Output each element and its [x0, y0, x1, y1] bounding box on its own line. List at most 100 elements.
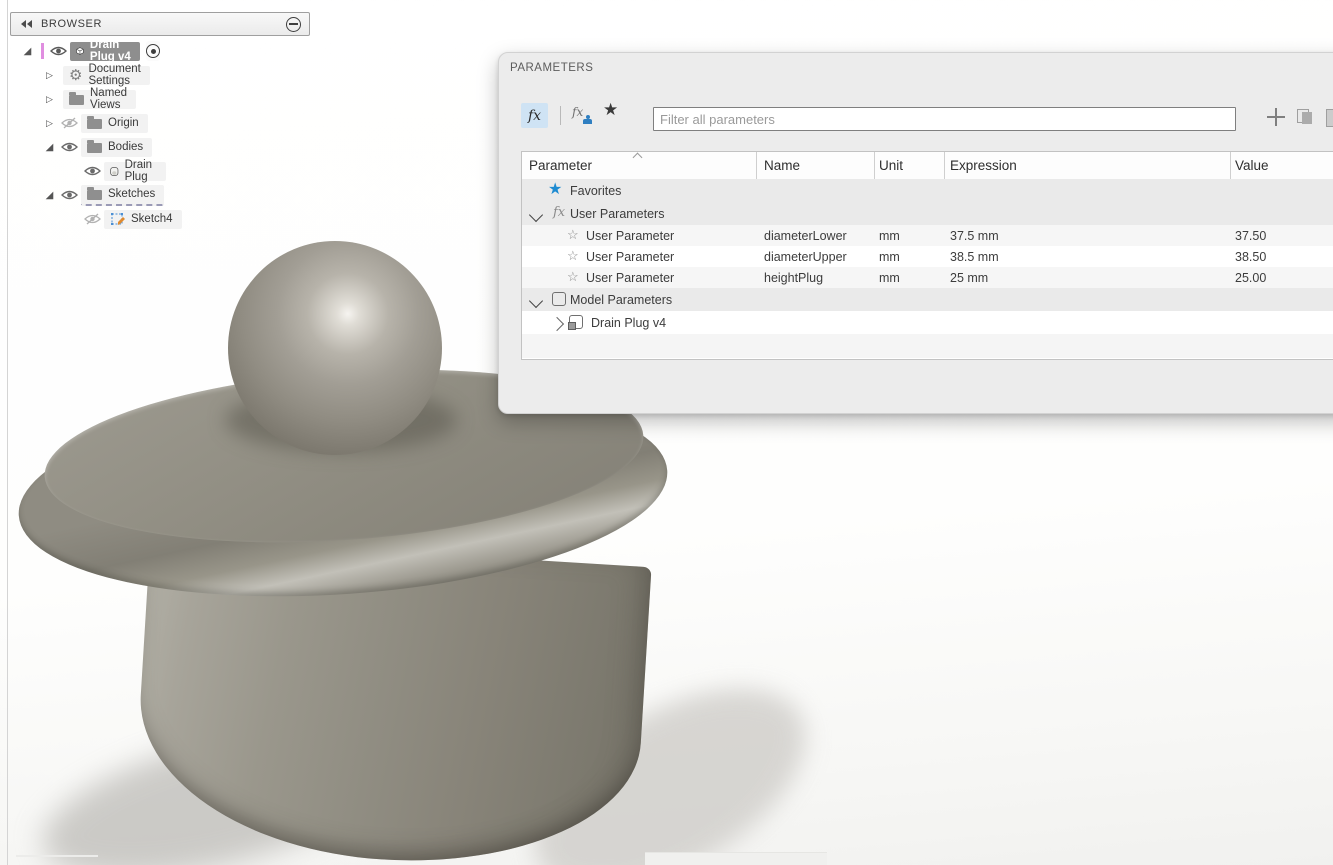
- cell-name[interactable]: diameterUpper: [764, 250, 847, 264]
- tree-item-label: Drain Plug: [124, 159, 153, 183]
- visibility-eye-icon[interactable]: [57, 141, 81, 153]
- tree-item-drain-plug-body[interactable]: Drain Plug: [104, 159, 167, 183]
- visibility-eye-off-icon[interactable]: [57, 117, 81, 130]
- drain-plug-knob-sphere[interactable]: [228, 241, 442, 455]
- toolbar-separator: [560, 106, 561, 125]
- tree-item-origin[interactable]: Origin: [81, 113, 148, 133]
- tree-item-label: Bodies: [108, 141, 144, 153]
- tree-row-drain-plug-body: Drain Plug: [80, 159, 167, 183]
- row-user-parameters-section[interactable]: fx User Parameters: [522, 202, 1333, 225]
- parameters-dialog: PARAMETERS fx fx ★ Parameter Name Unit E…: [498, 52, 1333, 414]
- tree-item-bodies[interactable]: Bodies: [81, 137, 153, 157]
- column-header-name[interactable]: Name: [764, 158, 800, 173]
- favorite-toggle-star-icon[interactable]: ☆: [567, 270, 579, 283]
- visibility-eye-icon[interactable]: [57, 189, 81, 201]
- folder-icon: [69, 92, 84, 105]
- column-header-unit[interactable]: Unit: [879, 158, 903, 173]
- row-diameterUpper[interactable]: ☆ User Parameter diameterUpper mm 38.5 m…: [522, 246, 1333, 267]
- copy-parameter-button[interactable]: [1297, 109, 1315, 126]
- sketch-icon: [111, 212, 125, 225]
- row-label: Model Parameters: [570, 292, 673, 307]
- tree-row-root: ◢ Drain Plug v4: [20, 39, 161, 63]
- collapse-all-icon[interactable]: [286, 16, 301, 32]
- filter-parameters-input[interactable]: [653, 107, 1236, 131]
- gear-icon: ⚙: [69, 66, 83, 84]
- folder-icon: [87, 116, 102, 129]
- dialog-title: PARAMETERS: [510, 62, 594, 74]
- cell-parameter-type: User Parameter: [586, 270, 675, 285]
- row-label: User Parameters: [570, 206, 665, 221]
- cell-expression[interactable]: 37.5 mm: [950, 229, 999, 243]
- model-parameters-icon: [552, 292, 566, 306]
- row-heightPlug[interactable]: ☆ User Parameter heightPlug mm 25 mm 25.…: [522, 267, 1333, 288]
- cell-value[interactable]: 38.50: [1235, 250, 1266, 264]
- row-favorites[interactable]: ★ Favorites: [522, 179, 1333, 202]
- parameters-table: Parameter Name Unit Expression Value ★ F…: [521, 151, 1333, 360]
- panel-edge-divider: [7, 0, 8, 865]
- row-label: Drain Plug v4: [591, 315, 667, 330]
- user-person-icon: [583, 115, 592, 124]
- tree-item-label: Named Views: [90, 87, 128, 111]
- favorites-filter-star-button[interactable]: ★: [603, 101, 618, 118]
- clipped-toolbar-icon[interactable]: [1326, 109, 1333, 127]
- cell-name[interactable]: heightPlug: [764, 271, 823, 285]
- cell-unit: mm: [879, 228, 900, 243]
- chevron-right-icon[interactable]: [549, 316, 565, 332]
- tree-item-document-settings[interactable]: ⚙ Document Settings: [63, 63, 150, 87]
- fx-icon: fx: [572, 105, 584, 119]
- tree-row-document-settings: ▷ ⚙ Document Settings: [42, 63, 150, 87]
- favorite-toggle-star-icon[interactable]: ☆: [567, 249, 579, 262]
- expand-triangle-icon[interactable]: ▷: [42, 70, 57, 81]
- column-header-value[interactable]: Value: [1235, 158, 1269, 173]
- cell-parameter-type: User Parameter: [586, 249, 675, 264]
- expand-triangle-icon[interactable]: ◢: [42, 142, 57, 153]
- row-label: Favorites: [570, 183, 622, 198]
- tree-item-drain-plug-v4[interactable]: Drain Plug v4: [70, 39, 141, 63]
- row-diameterLower[interactable]: ☆ User Parameter diameterLower mm 37.5 m…: [522, 225, 1333, 246]
- tree-row-named-views: ▷ Named Views: [42, 87, 137, 111]
- column-header-expression[interactable]: Expression: [950, 158, 1017, 173]
- activate-component-radio[interactable]: [146, 41, 161, 61]
- fx-icon: fx: [527, 107, 542, 124]
- collapse-panel-icon[interactable]: [21, 20, 32, 28]
- active-component-bar: [41, 43, 44, 59]
- cell-expression[interactable]: 38.5 mm: [950, 250, 999, 264]
- tree-item-label: Document Settings: [88, 63, 141, 87]
- tree-item-sketch4[interactable]: Sketch4: [104, 209, 182, 229]
- tree-item-label: Sketches: [108, 188, 156, 200]
- row-model-drain-plug-v4[interactable]: Drain Plug v4: [522, 311, 1333, 334]
- browser-header[interactable]: BROWSER: [10, 12, 310, 36]
- fx-user-parameters-filter-button[interactable]: fx: [572, 105, 596, 127]
- cell-value[interactable]: 37.50: [1235, 229, 1266, 243]
- folder-icon: [87, 140, 102, 153]
- fx-all-parameters-filter-button[interactable]: fx: [521, 103, 548, 128]
- column-header-parameter[interactable]: Parameter: [529, 158, 592, 173]
- tree-row-bodies: ◢ Bodies: [42, 135, 153, 159]
- expand-triangle-icon[interactable]: ▷: [42, 118, 57, 129]
- expand-triangle-icon[interactable]: ▷: [42, 94, 57, 105]
- visibility-eye-off-icon[interactable]: [80, 213, 104, 226]
- component-icon: [568, 315, 583, 330]
- row-model-parameters-section[interactable]: Model Parameters: [522, 288, 1333, 311]
- add-parameter-button[interactable]: [1267, 108, 1285, 126]
- visibility-eye-icon[interactable]: [46, 45, 70, 57]
- body-icon: [110, 166, 119, 176]
- cell-parameter-type: User Parameter: [586, 228, 675, 243]
- expand-triangle-icon[interactable]: ◢: [42, 190, 57, 201]
- chevron-down-icon[interactable]: [528, 207, 544, 223]
- cell-name[interactable]: diameterLower: [764, 229, 847, 243]
- tree-item-label: Sketch4: [131, 213, 173, 225]
- expand-triangle-icon[interactable]: ◢: [20, 46, 35, 57]
- chevron-down-icon[interactable]: [528, 293, 544, 309]
- visibility-eye-icon[interactable]: [80, 165, 104, 177]
- cell-value[interactable]: 25.00: [1235, 271, 1266, 285]
- cell-expression[interactable]: 25 mm: [950, 271, 988, 285]
- tree-item-sketches[interactable]: Sketches: [81, 184, 165, 206]
- favorites-star-icon: ★: [548, 181, 563, 198]
- favorite-toggle-star-icon[interactable]: ☆: [567, 228, 579, 241]
- cell-unit: mm: [879, 249, 900, 264]
- viewport-bottom-line: [16, 855, 98, 857]
- table-header-row: Parameter Name Unit Expression Value: [522, 152, 1333, 180]
- tree-item-label: Origin: [108, 117, 139, 129]
- tree-item-named-views[interactable]: Named Views: [63, 87, 137, 111]
